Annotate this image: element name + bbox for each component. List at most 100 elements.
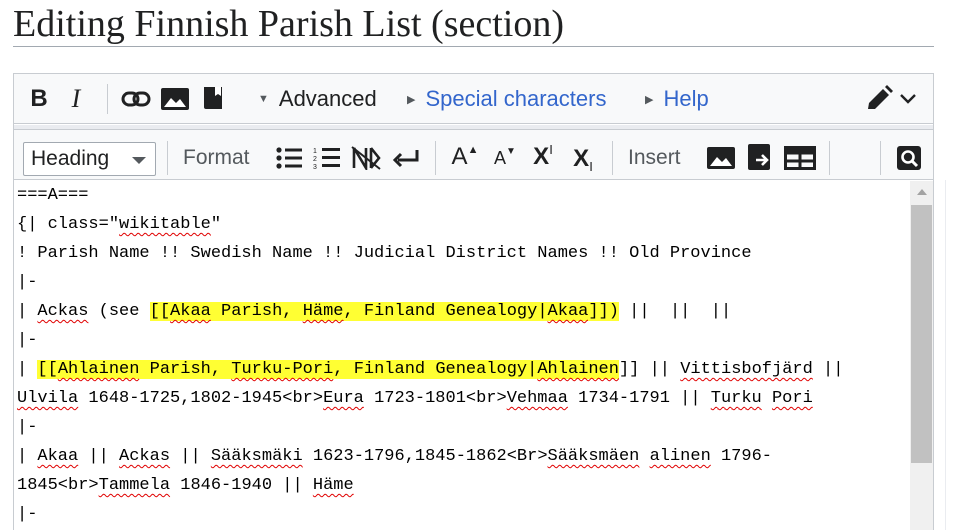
italic-button[interactable]: I xyxy=(62,82,90,116)
wikitext-segment: ]] xyxy=(618,360,640,379)
wikitext-segment: 1723-1801<br> xyxy=(363,389,507,408)
wikitext-segment: " xyxy=(210,215,222,234)
wikitext-segment: ! Parish Name !! Swedish Name !! Judicia… xyxy=(17,244,752,263)
image-icon[interactable] xyxy=(160,86,190,112)
special-characters-label: Special characters xyxy=(425,86,607,111)
wikitext-segment: , Finland Genealogy| xyxy=(333,360,538,379)
wikitext-segment xyxy=(762,389,772,408)
wikitext-line: | Ackas (see [[Akaa Parish, Häme, Finlan… xyxy=(17,297,909,326)
spellcheck-word: Ackas xyxy=(119,447,171,466)
numbered-list-icon[interactable]: 123 xyxy=(312,143,342,173)
wikitext-line: | Akaa || Ackas || Sääksmäki 1623-1796,1… xyxy=(17,442,909,471)
wikitext-segment: || || || xyxy=(618,302,732,321)
link-icon[interactable] xyxy=(120,86,152,112)
spellcheck-word: alinen xyxy=(649,447,711,466)
wikitext-segment: 1845<br> xyxy=(17,476,99,495)
advanced-label: Advanced xyxy=(278,86,377,111)
wikitext-segment: |- xyxy=(17,418,38,437)
wikitext-segment: || xyxy=(639,360,681,379)
wikitext-line: Ulvila 1648-1725,1802-1945<br>Eura 1723-… xyxy=(17,384,909,413)
svg-text:2: 2 xyxy=(313,156,317,163)
wikitext-segment: 1846-1940 || xyxy=(170,476,313,495)
wikitext-segment: | xyxy=(17,447,38,466)
bold-button[interactable]: B xyxy=(24,83,54,115)
wikitext-textarea[interactable]: ===A=== {| class="wikitable" ! Parish Name… xyxy=(14,181,909,530)
caret-right-icon: ▶ xyxy=(645,93,654,106)
wikitext-segment: || xyxy=(812,360,844,379)
subscript-icon: X xyxy=(573,145,590,172)
spellcheck-word: Häme xyxy=(312,476,354,495)
wikitext-line: |- xyxy=(17,326,909,355)
advanced-toolbar: Heading Format 123 A ▲ A ▼ XI XI Insert xyxy=(14,125,933,180)
wikitext-segment: 1648-1725,1802-1945<br> xyxy=(78,389,324,408)
spellcheck-word: Ulvila xyxy=(17,389,79,408)
spellcheck-word: Vittisbofjärd xyxy=(680,360,813,379)
scroll-up-button[interactable] xyxy=(910,181,933,203)
wikitext-line: |- xyxy=(17,413,909,442)
search-replace-icon[interactable] xyxy=(894,143,924,173)
vertical-scrollbar[interactable] xyxy=(910,181,933,530)
wikitext-segment: {| class=" xyxy=(17,215,120,234)
chevron-up-icon xyxy=(916,189,927,195)
title-divider xyxy=(13,46,934,47)
wikitext-segment xyxy=(639,447,649,466)
spellcheck-word: Sääksmäki xyxy=(210,447,303,466)
main-toolbar: B I ▼ Advanced ▶ Special characters ▶ He… xyxy=(14,74,933,124)
small-text-button[interactable]: A ▼ xyxy=(490,143,520,173)
wikitext-segment: , Finland Genealogy| xyxy=(343,302,548,321)
wikitext-segment: [[ xyxy=(37,360,58,379)
format-group-label: Format xyxy=(183,146,250,169)
svg-text:3: 3 xyxy=(313,164,317,170)
wikitext-editor: B I ▼ Advanced ▶ Special characters ▶ He… xyxy=(13,73,934,530)
bulleted-list-icon[interactable] xyxy=(274,143,304,173)
caret-down-icon: ▼ xyxy=(258,93,269,105)
small-text-icon: A xyxy=(494,147,507,168)
spellcheck-word: Ahlainen xyxy=(537,360,619,379)
book-icon[interactable] xyxy=(200,84,226,112)
spellcheck-word: Tammela xyxy=(98,476,171,495)
spellcheck-word: Akaa xyxy=(37,447,79,466)
spellcheck-word: Eura xyxy=(323,389,364,408)
wikitext-segment: [[ xyxy=(149,302,171,321)
wikitext-segment: Parish, xyxy=(210,302,303,321)
wikitext-line: 1845<br>Tammela 1846-1940 || Häme xyxy=(17,471,909,500)
superscript-button[interactable]: XI xyxy=(526,141,560,173)
wikitext-segment: | xyxy=(17,302,38,321)
wikitext-segment: || xyxy=(170,447,211,466)
help-menu[interactable]: ▶ Help xyxy=(645,86,709,112)
advanced-menu[interactable]: ▼ Advanced xyxy=(258,86,377,112)
wikitext-segment: || xyxy=(78,447,120,466)
spellcheck-word: Turku-Pori xyxy=(231,360,334,379)
heading-select-value: Heading xyxy=(31,147,110,170)
wikitext-line: | [[Ahlainen Parish, Turku-Pori, Finland… xyxy=(17,355,909,384)
spellcheck-word: Vehmaa xyxy=(506,389,568,408)
wikitext-segment: ]]) xyxy=(588,302,619,321)
wikitext-line: |- xyxy=(17,500,909,529)
pencil-icon xyxy=(868,85,893,109)
svg-text:1: 1 xyxy=(313,148,317,155)
wikitext-segment: | xyxy=(17,360,38,379)
help-label: Help xyxy=(663,86,709,111)
editor-switch-button[interactable] xyxy=(860,84,922,114)
insert-gallery-icon[interactable] xyxy=(746,142,776,172)
spellcheck-word: Sääksmäen xyxy=(547,447,640,466)
spellcheck-word: wikitable xyxy=(119,215,211,234)
insert-table-icon[interactable] xyxy=(782,143,818,173)
wikitext-line: |- xyxy=(17,268,909,297)
special-characters-menu[interactable]: ▶ Special characters xyxy=(407,86,606,112)
subscript-button[interactable]: XI xyxy=(566,143,600,175)
spellcheck-word: Akaa xyxy=(547,302,589,321)
wikitext-line: {| class="wikitable" xyxy=(17,210,909,239)
spellcheck-word: Akaa xyxy=(170,302,211,321)
wikitext-segment: 1623-1796,1845-1862<Br> xyxy=(302,447,548,466)
scrollbar-thumb[interactable] xyxy=(911,205,932,463)
big-text-icon: A xyxy=(451,143,468,170)
nowiki-icon[interactable] xyxy=(350,143,382,173)
big-text-button[interactable]: A ▲ xyxy=(450,141,480,173)
spellcheck-word: Turku xyxy=(710,389,762,408)
newline-icon[interactable] xyxy=(390,143,422,173)
heading-select[interactable]: Heading xyxy=(23,142,156,176)
wikitext-segment: (see xyxy=(88,302,150,321)
insert-image-icon[interactable] xyxy=(706,143,736,173)
spellcheck-word: Pori xyxy=(771,389,813,408)
